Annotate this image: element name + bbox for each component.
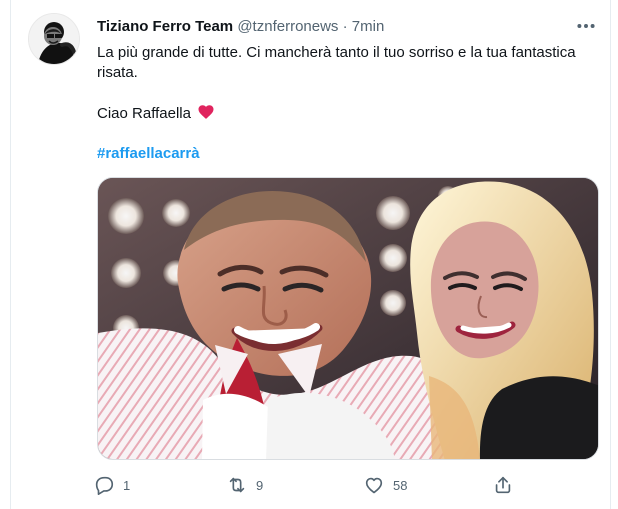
tweet-media[interactable] xyxy=(97,177,599,460)
like-count: 58 xyxy=(393,477,408,493)
tweet-text-line-2: risata. xyxy=(97,64,138,81)
author-handle[interactable]: @tznferronews xyxy=(237,18,338,35)
author-name[interactable]: Tiziano Ferro Team xyxy=(97,18,233,35)
tweet-text-line-1: La più grande di tutte. Ci mancherà tant… xyxy=(97,44,576,61)
reply-icon xyxy=(95,476,114,495)
page: Tiziano Ferro Team @tznferronews · 7min … xyxy=(0,0,618,509)
more-icon xyxy=(577,24,595,28)
tweet-text: La più grande di tutte. Ci mancherà tant… xyxy=(97,43,597,164)
tweet-actions: 1 9 58 xyxy=(87,470,587,500)
tweet-text-line-3: Ciao Raffaella xyxy=(97,103,597,124)
share-button[interactable] xyxy=(492,470,514,500)
retweet-icon xyxy=(229,477,245,493)
heart-emoji-icon xyxy=(198,105,214,119)
tweet-card[interactable]: Tiziano Ferro Team @tznferronews · 7min … xyxy=(10,0,611,509)
retweet-count: 9 xyxy=(256,477,264,493)
reply-button[interactable]: 1 xyxy=(93,470,133,500)
avatar-image xyxy=(29,14,79,64)
farewell-text: Ciao Raffaella xyxy=(97,105,191,122)
hashtag-link[interactable]: #raffaellacarrà xyxy=(97,145,200,162)
avatar[interactable] xyxy=(28,13,80,65)
timestamp[interactable]: 7min xyxy=(352,18,385,35)
like-icon xyxy=(365,477,383,494)
tweet-header: Tiziano Ferro Team @tznferronews · 7min xyxy=(97,17,384,37)
reply-count: 1 xyxy=(123,477,131,493)
separator-dot: · xyxy=(342,18,348,35)
more-button[interactable] xyxy=(572,14,600,38)
retweet-button[interactable]: 9 xyxy=(226,470,266,500)
share-icon xyxy=(495,476,511,494)
tweet-photo xyxy=(98,178,598,459)
like-button[interactable]: 58 xyxy=(363,470,407,500)
